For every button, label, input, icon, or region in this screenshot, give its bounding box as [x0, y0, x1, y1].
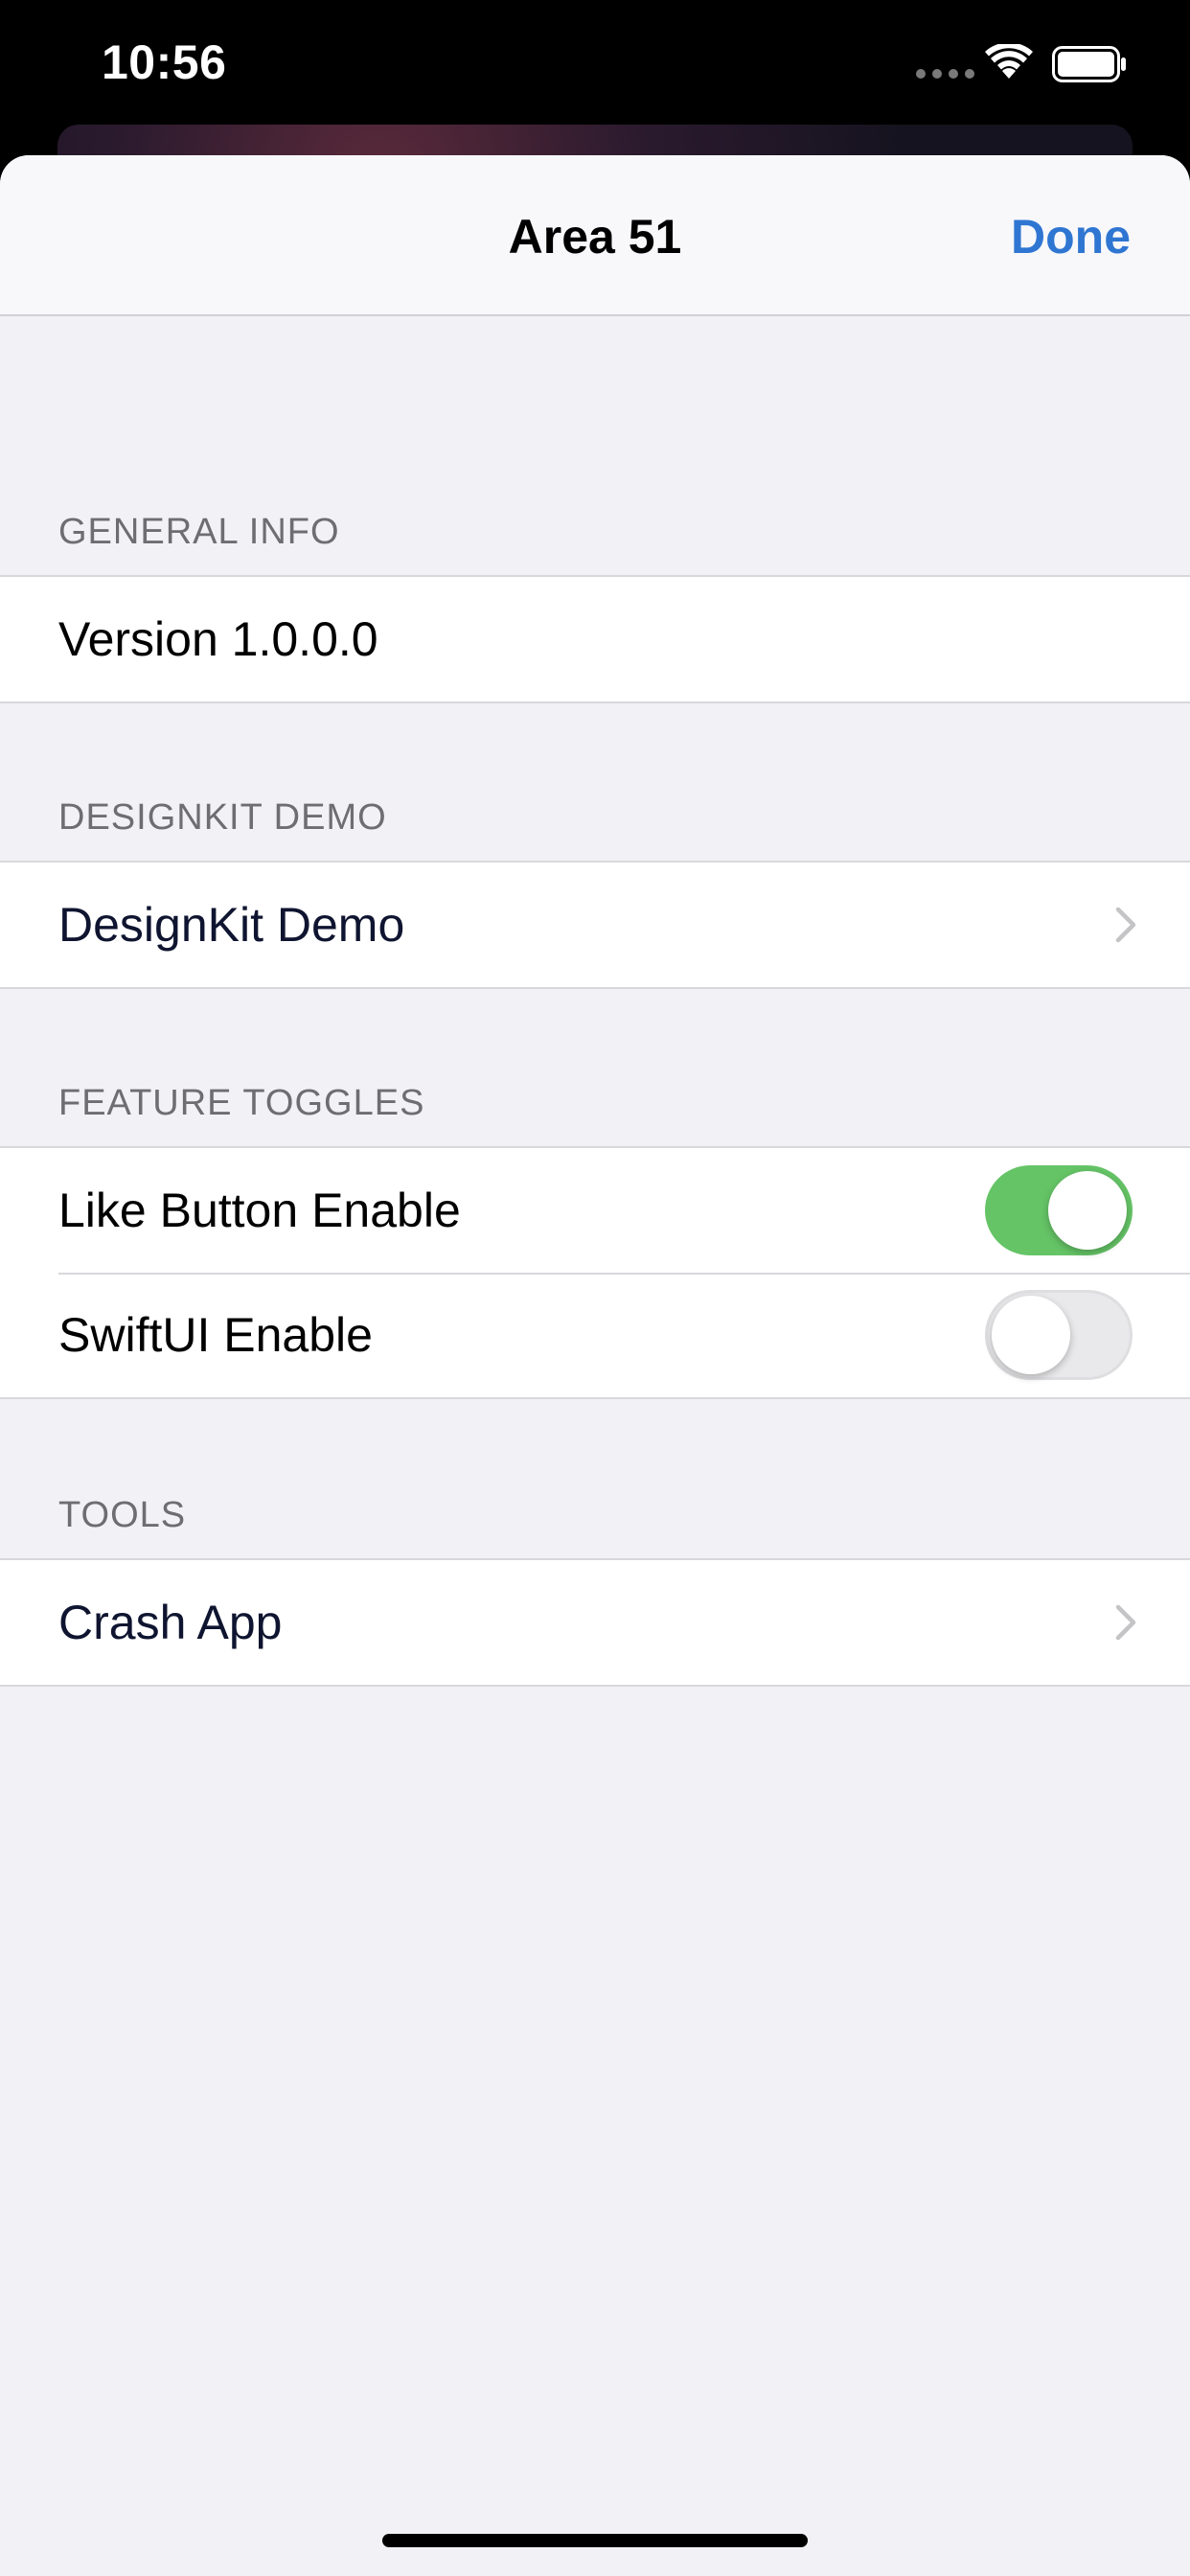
chevron-right-icon	[1115, 1604, 1136, 1641]
group-designkit-demo: DesignKit Demo	[0, 861, 1190, 989]
done-button[interactable]: Done	[1011, 209, 1131, 264]
swiftui-enable-toggle[interactable]	[985, 1290, 1133, 1380]
home-indicator[interactable]	[382, 2534, 808, 2547]
section-header-tools: TOOLS	[58, 1495, 187, 1535]
crash-app-label: Crash App	[58, 1596, 283, 1649]
swiftui-enable-label: SwiftUI Enable	[58, 1308, 373, 1362]
navigation-bar: Area 51 Done	[0, 155, 1190, 316]
wifi-icon	[985, 44, 1033, 79]
cellular-signal-icon	[916, 69, 974, 79]
list-item-crash-app[interactable]: Crash App	[0, 1560, 1190, 1685]
list-item-like-button-enable: Like Button Enable	[0, 1148, 1190, 1273]
status-time: 10:56	[102, 35, 227, 89]
version-label: Version 1.0.0.0	[58, 612, 378, 666]
section-header-feature-toggles: FEATURE TOGGLES	[58, 1083, 425, 1123]
section-header-general-info: GENERAL INFO	[58, 512, 340, 552]
toggle-knob	[1048, 1171, 1127, 1250]
designkit-demo-label: DesignKit Demo	[58, 898, 405, 952]
section-header-designkit-demo: DESIGNKIT DEMO	[58, 797, 387, 838]
group-general-info: Version 1.0.0.0	[0, 575, 1190, 703]
group-tools: Crash App	[0, 1558, 1190, 1687]
list-item-designkit-demo[interactable]: DesignKit Demo	[0, 862, 1190, 987]
list-item-version: Version 1.0.0.0	[0, 577, 1190, 702]
list-item-swiftui-enable: SwiftUI Enable	[0, 1273, 1190, 1397]
group-feature-toggles: Like Button Enable SwiftUI Enable	[0, 1146, 1190, 1399]
toggle-knob	[992, 1296, 1070, 1374]
modal-sheet: Area 51 Done GENERAL INFO Version 1.0.0.…	[0, 155, 1190, 2576]
like-button-enable-toggle[interactable]	[985, 1165, 1133, 1255]
battery-icon	[1052, 46, 1126, 82]
chevron-right-icon	[1115, 907, 1136, 943]
like-button-enable-label: Like Button Enable	[58, 1184, 461, 1237]
status-bar: 10:56	[0, 0, 1190, 134]
screen: 10:56 Area 51 Done GENERAL INFO Version …	[0, 0, 1190, 2576]
